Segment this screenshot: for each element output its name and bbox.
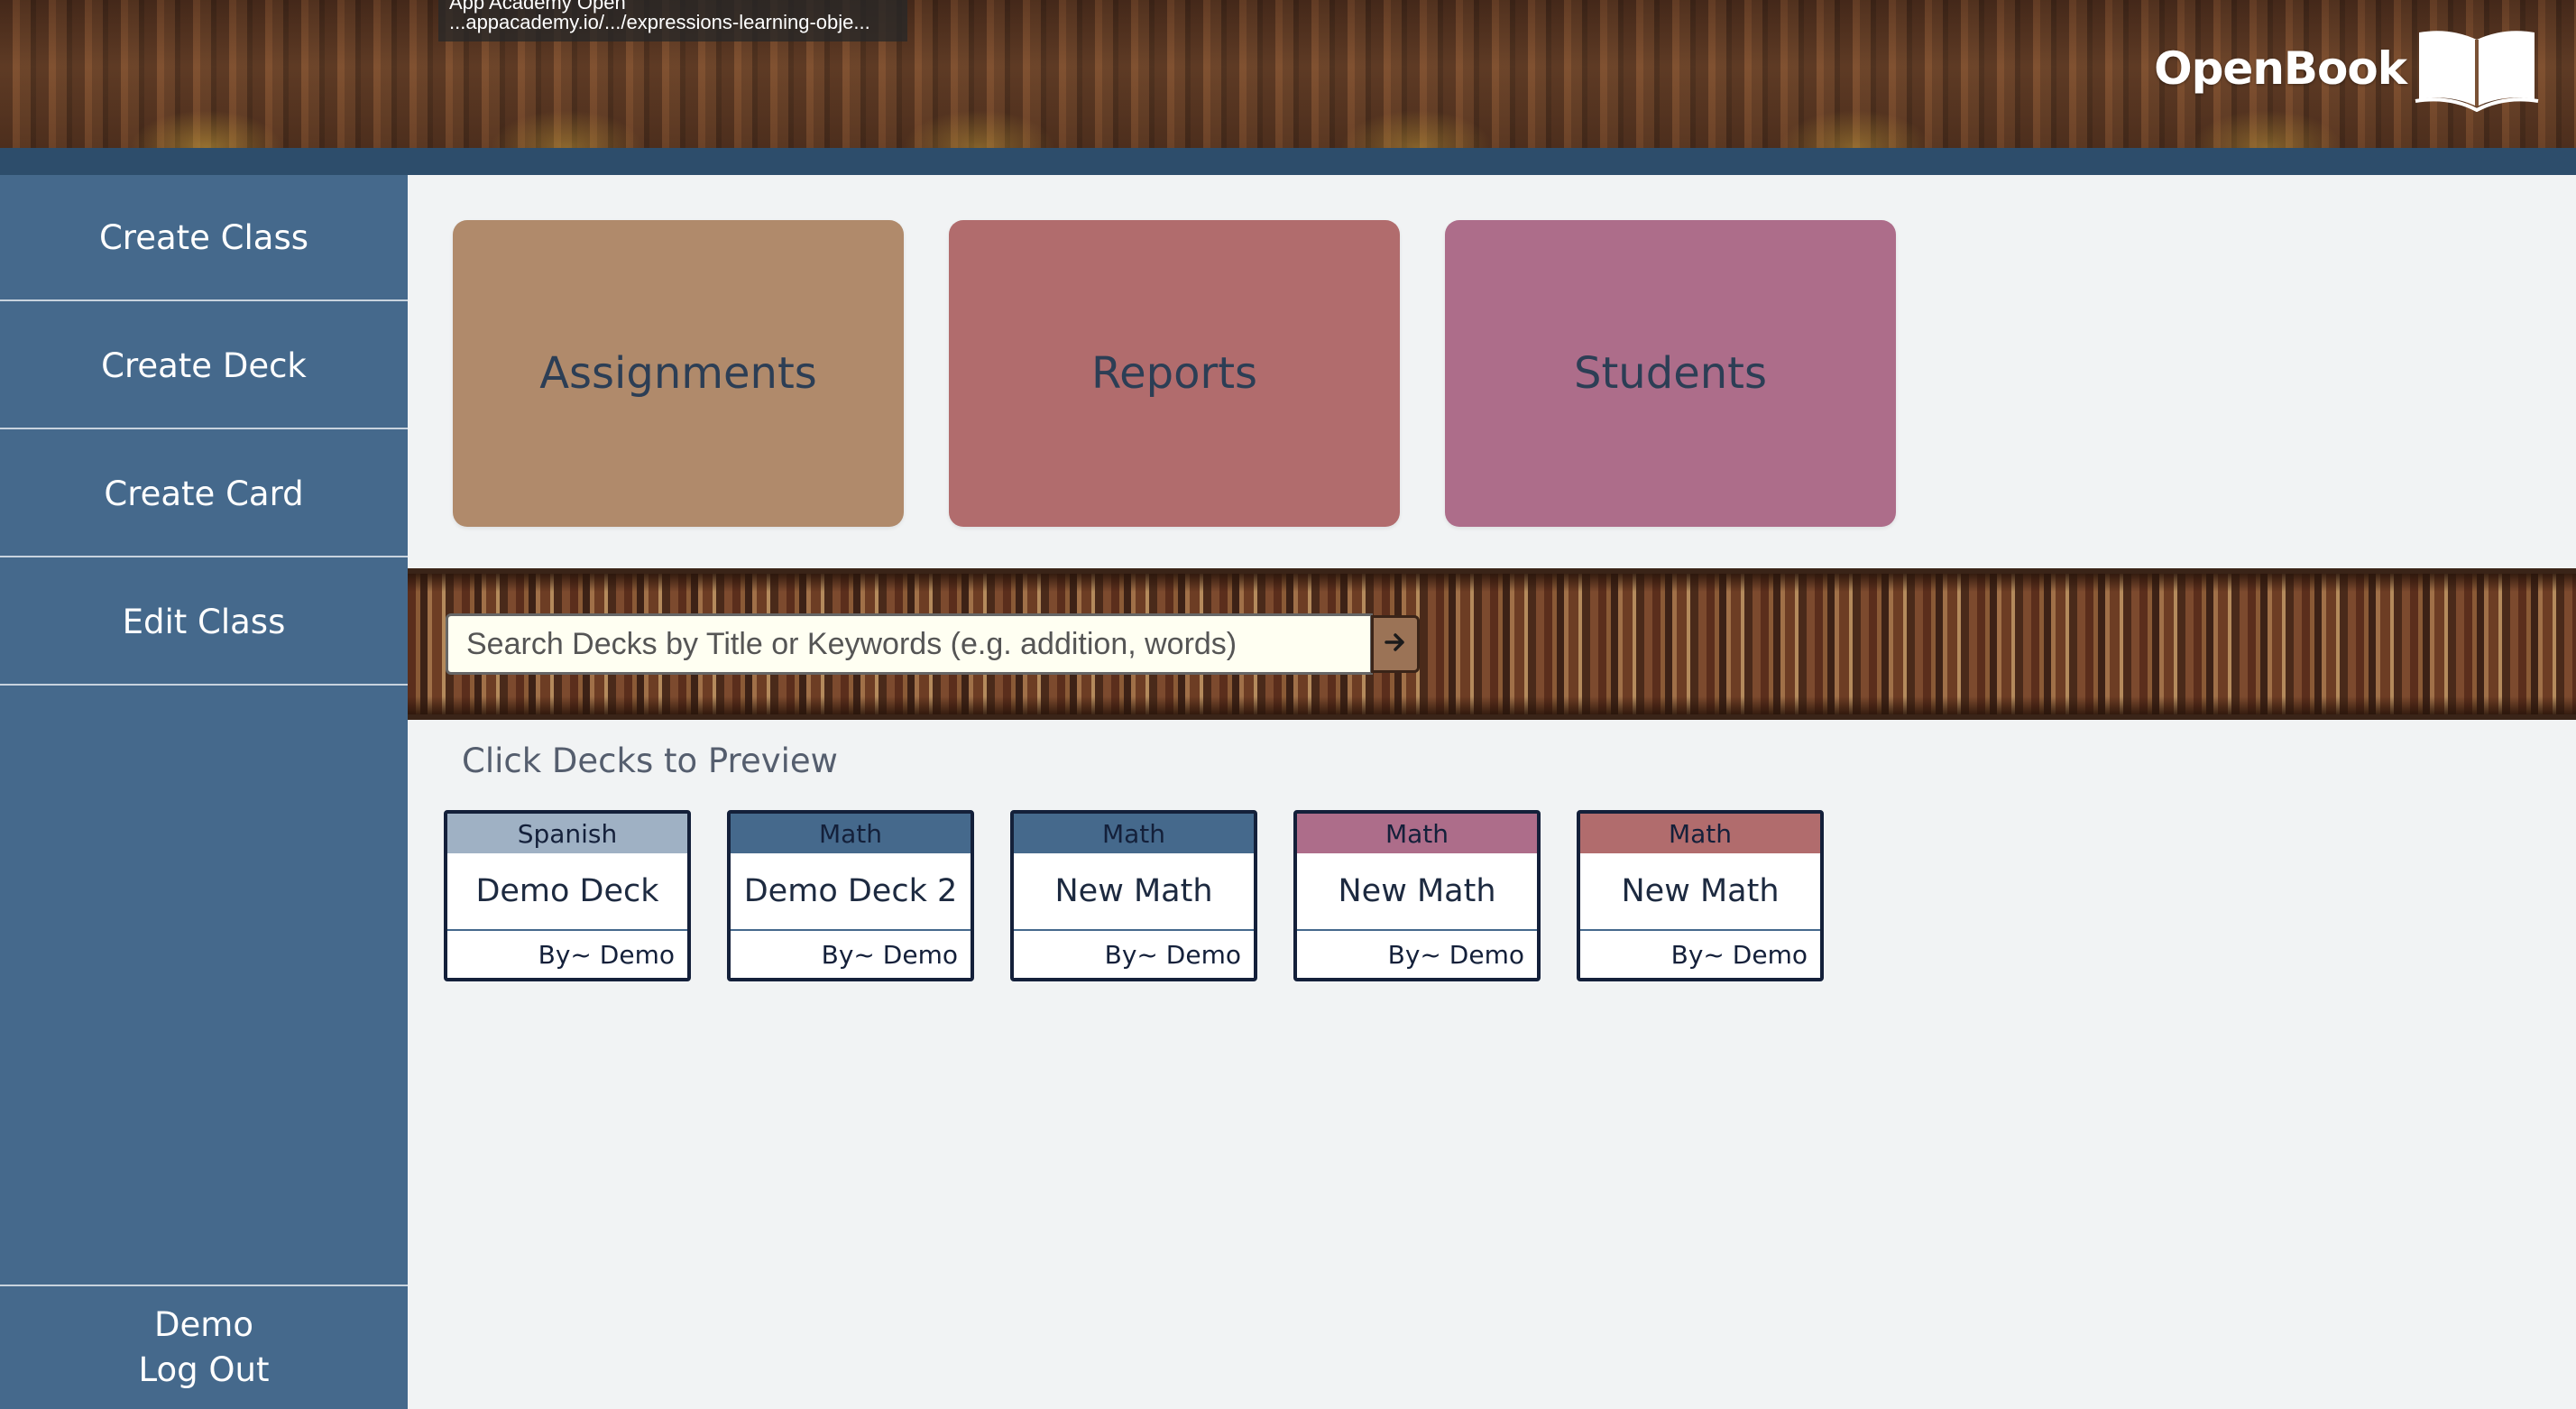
arrow-right-icon bbox=[1382, 629, 1409, 659]
deck-title: New Math bbox=[1297, 853, 1537, 931]
deck-card[interactable]: Spanish Demo Deck By~ Demo bbox=[444, 810, 691, 981]
deck-author: By~ Demo bbox=[1670, 939, 1808, 970]
sidebar-item-create-deck[interactable]: Create Deck bbox=[0, 303, 408, 429]
reports-tile-label: Reports bbox=[1090, 348, 1258, 399]
deck-search-input[interactable] bbox=[446, 613, 1373, 675]
deck-card[interactable]: Math Demo Deck 2 By~ Demo bbox=[727, 810, 974, 981]
students-tile-label: Students bbox=[1574, 348, 1767, 399]
brand-logo[interactable]: OpenBook bbox=[2154, 23, 2540, 114]
search-submit-button[interactable] bbox=[1371, 615, 1420, 673]
students-tile[interactable]: Students bbox=[1445, 220, 1896, 527]
decks-preview-label: Click Decks to Preview bbox=[462, 741, 838, 780]
brand-name: OpenBook bbox=[2154, 42, 2407, 95]
deck-subject: Math bbox=[1297, 814, 1537, 853]
header-banner: App Academy Open ...appacademy.io/.../ex… bbox=[0, 0, 2576, 148]
reports-tile[interactable]: Reports bbox=[949, 220, 1400, 527]
deck-author: By~ Demo bbox=[1104, 939, 1241, 970]
deck-subject: Math bbox=[1580, 814, 1820, 853]
deck-title: New Math bbox=[1580, 853, 1820, 931]
sidebar-user-section: Demo Log Out bbox=[0, 1285, 408, 1409]
logout-button[interactable]: Log Out bbox=[139, 1348, 270, 1393]
sidebar-item-edit-class[interactable]: Edit Class bbox=[0, 559, 408, 686]
deck-title: New Math bbox=[1014, 853, 1254, 931]
header-strip bbox=[0, 148, 2576, 175]
deck-card[interactable]: Math New Math By~ Demo bbox=[1010, 810, 1257, 981]
sidebar: Create Class Create Deck Create Card Edi… bbox=[0, 175, 408, 1409]
deck-subject: Spanish bbox=[447, 814, 687, 853]
assignments-tile-label: Assignments bbox=[539, 348, 817, 399]
user-name: Demo bbox=[154, 1305, 253, 1344]
deck-title: Demo Deck bbox=[447, 853, 687, 931]
deck-subject: Math bbox=[1014, 814, 1254, 853]
open-book-icon bbox=[2414, 22, 2540, 115]
deck-card[interactable]: Math New Math By~ Demo bbox=[1577, 810, 1824, 981]
url-tooltip: App Academy Open ...appacademy.io/.../ex… bbox=[438, 0, 907, 41]
deck-title: Demo Deck 2 bbox=[731, 853, 971, 931]
assignments-tile[interactable]: Assignments bbox=[453, 220, 904, 527]
sidebar-item-create-class[interactable]: Create Class bbox=[0, 175, 408, 301]
deck-subject: Math bbox=[731, 814, 971, 853]
deck-author: By~ Demo bbox=[821, 939, 958, 970]
deck-author: By~ Demo bbox=[538, 939, 675, 970]
sidebar-item-create-card[interactable]: Create Card bbox=[0, 431, 408, 557]
deck-card[interactable]: Math New Math By~ Demo bbox=[1293, 810, 1541, 981]
tooltip-url: ...appacademy.io/.../expressions-learnin… bbox=[449, 11, 870, 33]
deck-author: By~ Demo bbox=[1387, 939, 1524, 970]
